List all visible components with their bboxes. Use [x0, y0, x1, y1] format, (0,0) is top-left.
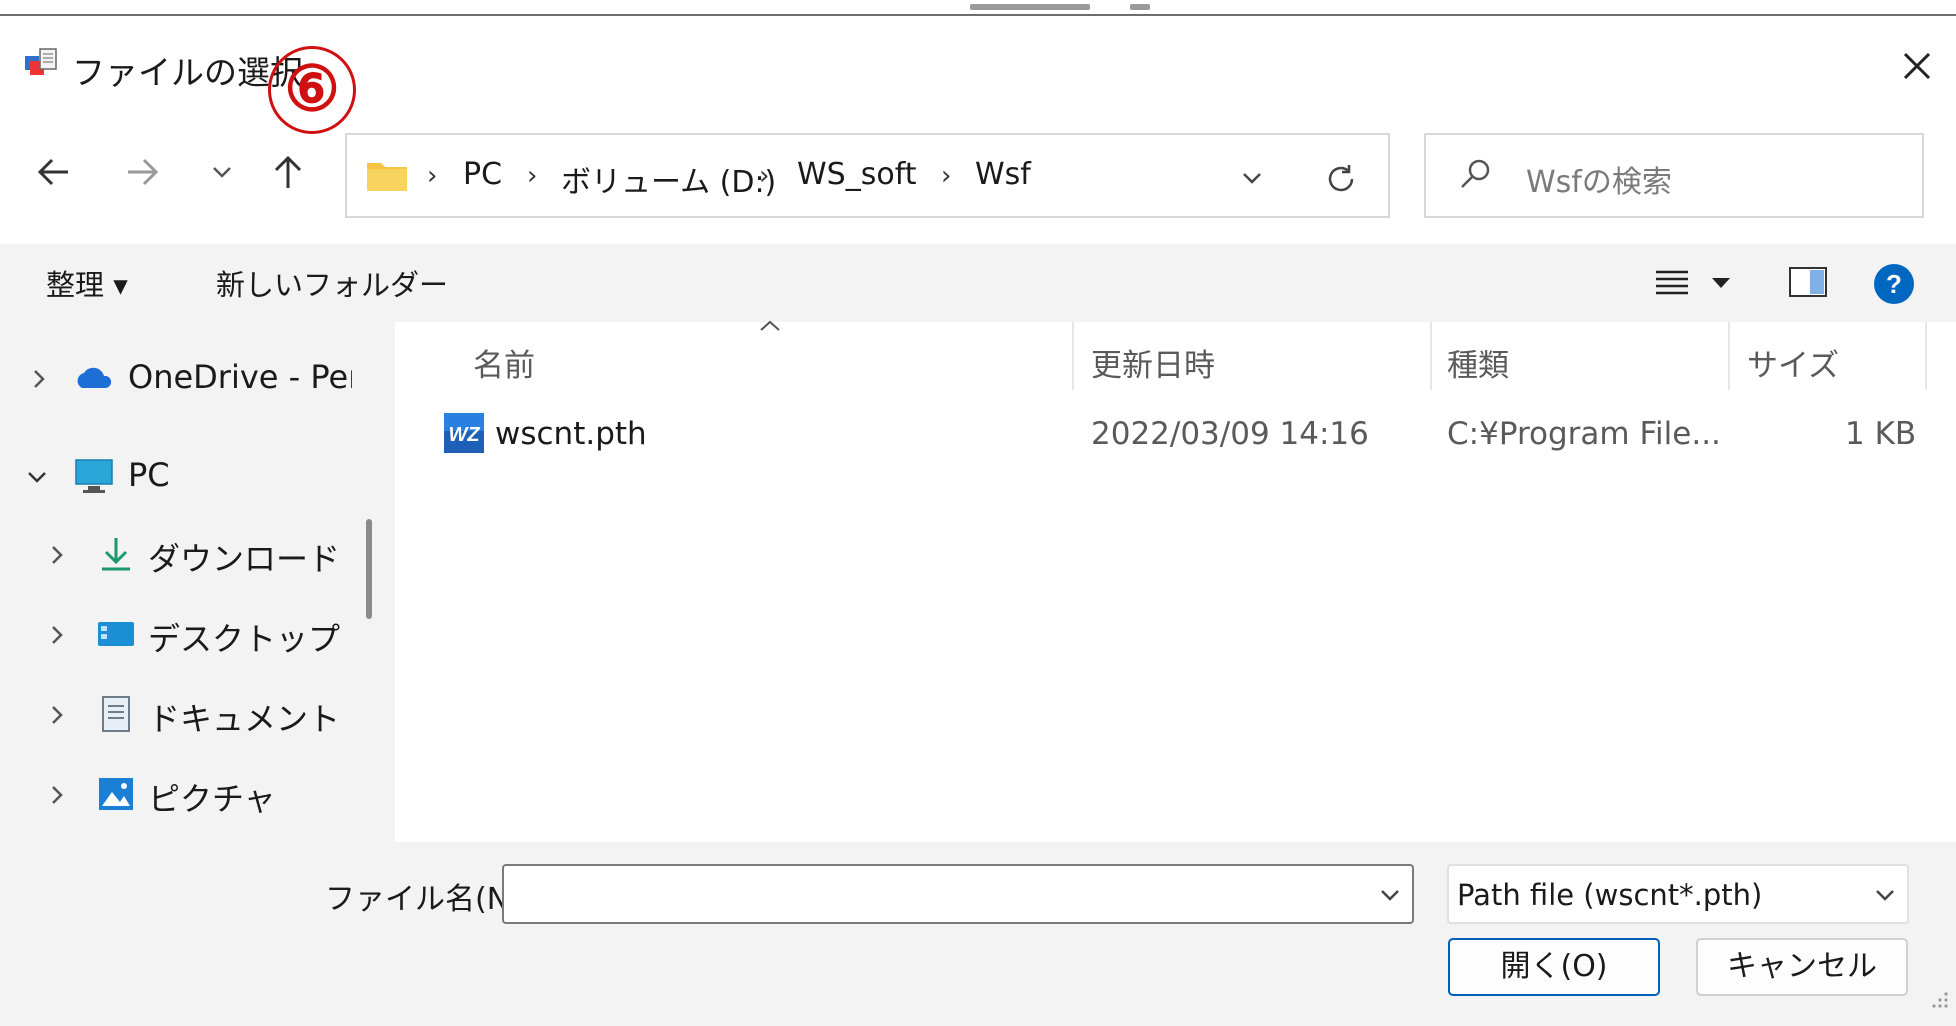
breadcrumb-pc[interactable]: PC	[463, 157, 502, 192]
column-header-type[interactable]: 種類	[1447, 340, 1509, 385]
address-bar[interactable]: › PC › ボリューム (D:) › WS_soft › Wsf	[345, 133, 1390, 218]
nav-item-downloads[interactable]: ダウンロード	[0, 528, 352, 588]
desktop-icon	[98, 622, 134, 646]
close-icon[interactable]	[1893, 42, 1941, 90]
nav-item-label: PC	[128, 456, 170, 494]
document-icon	[102, 696, 130, 732]
command-bar: 整理 ▾ 新しいフォルダー ?	[0, 244, 1956, 322]
column-divider[interactable]	[1925, 322, 1927, 390]
file-size: 1 KB	[1845, 416, 1917, 452]
folder-icon	[367, 163, 407, 191]
cancel-button[interactable]: キャンセル	[1696, 938, 1908, 996]
nav-item-label: ダウンロード	[148, 540, 341, 578]
app-icon	[25, 48, 57, 75]
file-type-filter-value: Path file (wscnt*.pth)	[1457, 878, 1763, 912]
column-header-name[interactable]: 名前	[473, 340, 535, 385]
wz-app-icon: WZ	[444, 413, 484, 453]
new-folder-button[interactable]: 新しいフォルダー	[216, 262, 448, 304]
recent-locations-chevron-icon[interactable]	[200, 150, 244, 194]
background-fragment	[970, 4, 1090, 10]
chevron-right-icon[interactable]	[44, 622, 70, 648]
chevron-right-icon[interactable]	[44, 782, 70, 808]
help-icon[interactable]: ?	[1872, 262, 1916, 306]
preview-pane-icon[interactable]	[1786, 262, 1830, 302]
filename-input[interactable]	[502, 864, 1414, 924]
breadcrumb-separator: ›	[427, 161, 438, 191]
open-button[interactable]: 開く(O)	[1448, 938, 1660, 996]
breadcrumb-separator: ›	[759, 161, 770, 191]
chevron-down-icon[interactable]	[1869, 880, 1901, 910]
navigation-pane: OneDrive - Per: PC ダウンロード デスクトップ ドキュメント …	[0, 322, 372, 842]
refresh-icon[interactable]	[1321, 159, 1361, 199]
monitor-icon	[75, 459, 113, 493]
column-header-size[interactable]: サイズ	[1747, 340, 1839, 385]
nav-item-label: OneDrive - Per:	[128, 358, 372, 396]
background-behind-window	[0, 0, 1956, 14]
step-badge: ⑥	[268, 46, 356, 134]
nav-item-label: ピクチャ	[148, 780, 276, 818]
chevron-right-icon[interactable]	[44, 542, 70, 568]
svg-text:WZ: WZ	[448, 424, 480, 446]
breadcrumb-ws-soft[interactable]: WS_soft	[797, 157, 917, 192]
address-history-chevron-icon[interactable]	[1235, 161, 1269, 195]
search-placeholder: Wsfの検索	[1526, 165, 1672, 200]
nav-item-onedrive[interactable]: OneDrive - Per:	[0, 352, 372, 412]
column-divider[interactable]	[1072, 322, 1074, 390]
download-icon	[102, 538, 130, 571]
chevron-right-icon[interactable]	[44, 702, 70, 728]
nav-item-label: デスクトップ	[148, 620, 341, 658]
file-list: 名前 更新日時 種類 サイズ WZ wscnt.pth 2022/03/09 1…	[395, 320, 1935, 842]
sort-ascending-icon	[760, 320, 780, 331]
nav-item-documents[interactable]: ドキュメント	[0, 688, 352, 748]
file-dialog: ファイルの選択 ⑥ › PC › ボリューム (D:) › WS_soft › …	[0, 14, 1956, 1026]
search-box[interactable]: Wsfの検索	[1424, 133, 1924, 218]
resize-grip-icon[interactable]	[1928, 988, 1950, 1010]
nav-item-pc[interactable]: PC	[0, 450, 352, 510]
breadcrumb-volume-d[interactable]: ボリューム (D:)	[561, 157, 776, 201]
navigation-pane-scrollbar[interactable]	[352, 322, 395, 842]
search-icon	[1461, 159, 1490, 188]
file-name: wscnt.pth	[495, 416, 647, 452]
breadcrumb-separator: ›	[941, 161, 952, 191]
file-type-filter-select[interactable]: Path file (wscnt*.pth)	[1447, 864, 1909, 924]
table-row[interactable]: WZ wscnt.pth 2022/03/09 14:16 C:¥Program…	[395, 402, 1935, 472]
dialog-footer: ファイル名(N): Path file (wscnt*.pth) 開く(O) キ…	[0, 842, 1956, 1026]
column-header-modified[interactable]: 更新日時	[1091, 340, 1215, 385]
column-divider[interactable]	[1728, 322, 1730, 390]
svg-text:?: ?	[1886, 269, 1902, 299]
picture-icon	[99, 778, 133, 810]
view-options-dropdown-icon[interactable]	[1706, 268, 1736, 298]
nav-item-pictures[interactable]: ピクチャ	[0, 768, 352, 828]
file-type: C:¥Program File...	[1447, 416, 1721, 452]
filename-history-chevron-icon[interactable]	[1374, 880, 1406, 910]
scrollbar-thumb[interactable]	[366, 519, 372, 619]
nav-item-label: ドキュメント	[148, 700, 341, 738]
file-modified: 2022/03/09 14:16	[1091, 416, 1369, 452]
organize-button[interactable]: 整理 ▾	[46, 262, 128, 304]
chevron-down-icon[interactable]	[24, 464, 50, 490]
breadcrumb-wsf[interactable]: Wsf	[975, 157, 1031, 192]
filename-label: ファイル名(N):	[325, 882, 531, 917]
column-divider[interactable]	[1430, 322, 1432, 390]
nav-item-desktop[interactable]: デスクトップ	[0, 608, 352, 668]
back-arrow-icon[interactable]	[32, 150, 76, 194]
cloud-icon	[77, 367, 112, 388]
breadcrumb-separator: ›	[527, 161, 538, 191]
background-fragment	[1130, 4, 1150, 10]
forward-arrow-icon[interactable]	[120, 150, 164, 194]
view-list-icon[interactable]	[1650, 262, 1694, 302]
up-arrow-icon[interactable]	[266, 150, 310, 194]
chevron-right-icon[interactable]	[26, 366, 52, 392]
